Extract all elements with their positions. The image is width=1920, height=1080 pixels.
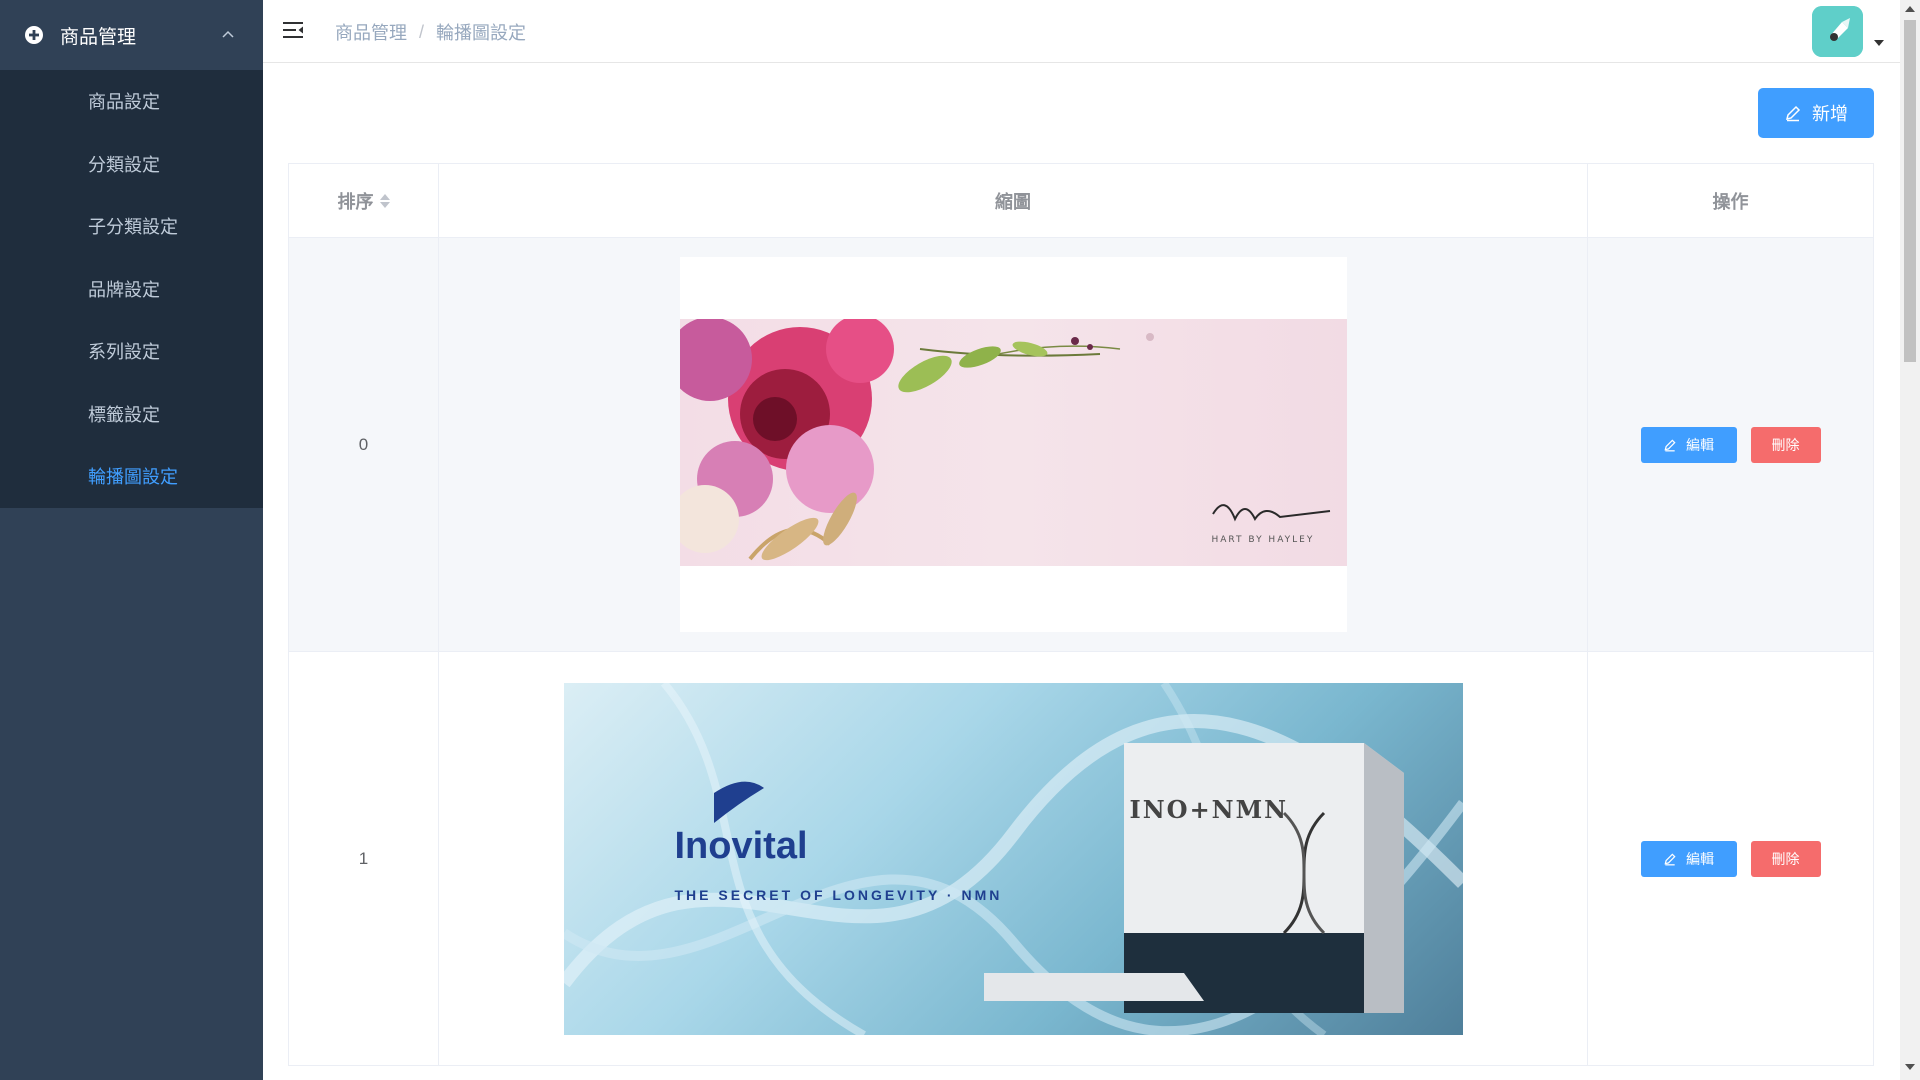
avatar[interactable] bbox=[1812, 6, 1863, 57]
add-button[interactable]: 新增 bbox=[1758, 88, 1874, 138]
sidebar-group-label: 商品管理 bbox=[60, 26, 137, 48]
breadcrumb: 商品管理 / 輪播圖設定 bbox=[335, 19, 526, 45]
edit-icon bbox=[1664, 852, 1676, 865]
breadcrumb-item-carousel-settings: 輪播圖設定 bbox=[436, 23, 527, 43]
edit-button[interactable]: 編輯 bbox=[1640, 426, 1737, 463]
table-row: 1 Inovital THE SECRET OF LONGEVITY · NMN… bbox=[289, 652, 1873, 1066]
carousel-table: 排序 縮圖 操作 0 HART BY HAYLEY 編輯 刪除 1 Inovit… bbox=[288, 163, 1874, 1066]
edit-icon bbox=[1785, 105, 1801, 122]
sidebar-item-product-settings[interactable]: 商品設定 bbox=[0, 70, 263, 133]
row-thumbnail-cell: HART BY HAYLEY bbox=[439, 238, 1588, 651]
row-thumbnail-cell: Inovital THE SECRET OF LONGEVITY · NMN I… bbox=[439, 652, 1588, 1065]
table-row: 0 HART BY HAYLEY 編輯 刪除 bbox=[289, 238, 1873, 652]
top-navbar: 商品管理 / 輪播圖設定 bbox=[263, 0, 1900, 63]
sidebar-item-subcategory-settings[interactable]: 子分類設定 bbox=[0, 195, 263, 258]
caret-down-icon[interactable] bbox=[1874, 40, 1884, 46]
row-order: 0 bbox=[289, 238, 439, 651]
add-button-label: 新增 bbox=[1812, 104, 1848, 124]
sidebar-item-brand-settings[interactable]: 品牌設定 bbox=[0, 258, 263, 321]
scroll-down-arrow-icon[interactable] bbox=[1905, 1064, 1915, 1070]
edit-icon bbox=[1664, 438, 1676, 451]
row-order: 1 bbox=[289, 652, 439, 1065]
sidebar: 商品管理 商品設定 分類設定 子分類設定 品牌設定 系列設定 標籤設定 輪播圖設… bbox=[0, 0, 263, 1080]
sort-icon[interactable] bbox=[379, 193, 390, 208]
banner-product: INO+NMN bbox=[1129, 794, 1289, 824]
column-header-thumbnail: 縮圖 bbox=[439, 164, 1588, 237]
menu-fold-icon[interactable] bbox=[282, 19, 304, 41]
banner-caption: HART BY HAYLEY bbox=[1211, 535, 1315, 545]
row-actions: 編輯 刪除 bbox=[1588, 238, 1873, 651]
delete-button[interactable]: 刪除 bbox=[1750, 840, 1821, 877]
scrollbar-thumb[interactable] bbox=[1904, 20, 1916, 362]
sidebar-item-series-settings[interactable]: 系列設定 bbox=[0, 320, 263, 383]
scroll-up-arrow-icon[interactable] bbox=[1905, 6, 1915, 12]
delete-button[interactable]: 刪除 bbox=[1750, 426, 1821, 463]
edit-button-label: 編輯 bbox=[1686, 436, 1714, 453]
page-scrollbar[interactable] bbox=[1900, 0, 1920, 1080]
sidebar-submenu: 商品設定 分類設定 子分類設定 品牌設定 系列設定 標籤設定 輪播圖設定 bbox=[0, 70, 263, 508]
sidebar-item-tag-settings[interactable]: 標籤設定 bbox=[0, 383, 263, 446]
flower-illustration bbox=[679, 319, 1330, 561]
column-header-actions: 操作 bbox=[1712, 191, 1749, 212]
column-header-order-label: 排序 bbox=[337, 191, 374, 212]
banner-thumbnail-inovital: Inovital THE SECRET OF LONGEVITY · NMN I… bbox=[563, 682, 1463, 1035]
sidebar-item-category-settings[interactable]: 分類設定 bbox=[0, 133, 263, 196]
breadcrumb-separator: / bbox=[419, 21, 425, 42]
chevron-up-icon bbox=[222, 30, 234, 38]
sidebar-item-carousel-settings[interactable]: 輪播圖設定 bbox=[0, 445, 263, 508]
banner-tagline: THE SECRET OF LONGEVITY · NMN bbox=[674, 886, 1003, 903]
table-header: 排序 縮圖 操作 bbox=[289, 164, 1873, 238]
edit-button-label: 編輯 bbox=[1686, 850, 1714, 867]
breadcrumb-item-product-management[interactable]: 商品管理 bbox=[335, 19, 407, 45]
sidebar-group-product-management[interactable]: 商品管理 bbox=[0, 0, 263, 70]
banner-thumbnail-flowers: HART BY HAYLEY bbox=[679, 257, 1347, 632]
avatar-image bbox=[1812, 6, 1863, 57]
banner-brand: Inovital bbox=[674, 824, 808, 867]
column-header-order[interactable]: 排序 bbox=[289, 164, 439, 237]
plus-circle-icon bbox=[25, 26, 43, 44]
edit-button[interactable]: 編輯 bbox=[1640, 840, 1737, 877]
row-actions: 編輯 刪除 bbox=[1588, 652, 1873, 1065]
